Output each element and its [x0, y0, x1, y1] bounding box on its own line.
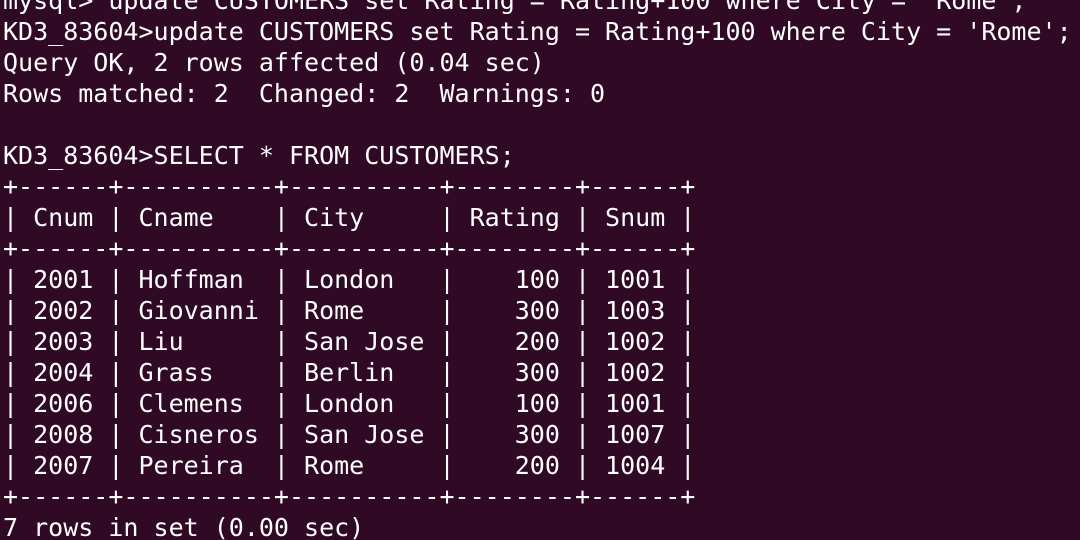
terminal-line-rows-in-set: 7 rows in set (0.00 sec) — [3, 513, 365, 540]
table-row: | 2002 | Giovanni | Rome | 300 | 1003 | — [3, 296, 696, 325]
terminal-line-select-command: KD3_83604>SELECT * FROM CUSTOMERS; — [3, 141, 515, 170]
table-row: | 2004 | Grass | Berlin | 300 | 1002 | — [3, 358, 696, 387]
terminal-line-update-command: KD3_83604>update CUSTOMERS set Rating = … — [3, 17, 1072, 46]
table-border-header: +------+----------+----------+--------+-… — [3, 234, 696, 263]
terminal-line-query-ok: Query OK, 2 rows affected (0.04 sec) — [3, 48, 545, 77]
terminal-line-partial: mysql> update CUSTOMERS set Rating = Rat… — [3, 0, 1027, 15]
terminal-line-rows-matched: Rows matched: 2 Changed: 2 Warnings: 0 — [3, 79, 606, 108]
table-row: | 2008 | Cisneros | San Jose | 300 | 100… — [3, 420, 696, 449]
terminal-output: mysql> update CUSTOMERS set Rating = Rat… — [3, 0, 1072, 540]
table-border-top: +------+----------+----------+--------+-… — [3, 172, 696, 201]
table-row: | 2007 | Pereira | Rome | 200 | 1004 | — [3, 451, 696, 480]
table-header-row: | Cnum | Cname | City | Rating | Snum | — [3, 203, 696, 232]
table-row: | 2001 | Hoffman | London | 100 | 1001 | — [3, 265, 696, 294]
table-border-bottom: +------+----------+----------+--------+-… — [3, 482, 696, 511]
table-row: | 2006 | Clemens | London | 100 | 1001 | — [3, 389, 696, 418]
terminal-window[interactable]: mysql> update CUSTOMERS set Rating = Rat… — [0, 0, 1080, 540]
table-row: | 2003 | Liu | San Jose | 200 | 1002 | — [3, 327, 696, 356]
